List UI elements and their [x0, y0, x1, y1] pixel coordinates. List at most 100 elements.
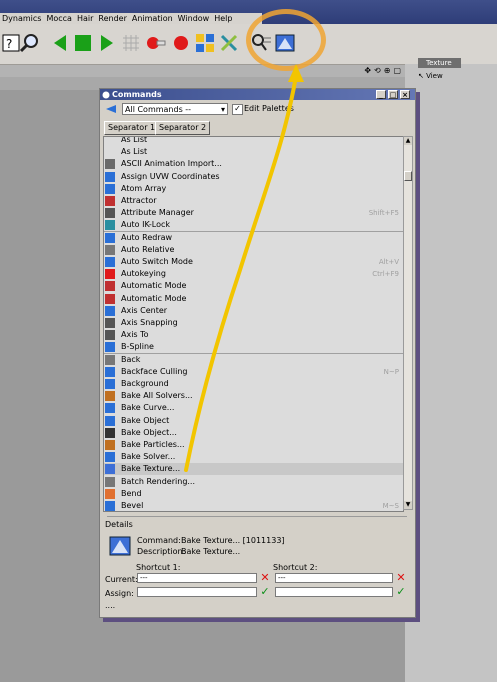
rotate-view-icon[interactable]: ⟲ [374, 66, 381, 75]
command-row[interactable]: Autokeying Ctrl+F9 [104, 268, 403, 280]
maximize-button[interactable]: □ [388, 90, 398, 99]
scroll-up-icon[interactable]: ▲ [404, 137, 412, 145]
command-icon [105, 391, 115, 402]
assign-shortcut2-check-icon[interactable]: ✓ [395, 586, 407, 598]
zoom-view-icon[interactable]: ⊕ [384, 66, 391, 75]
assign-shortcut2-input[interactable] [275, 587, 393, 597]
palette-grid-icon[interactable] [194, 32, 216, 54]
command-row[interactable]: Attribute Manager Shift+F5 [104, 207, 403, 219]
scroll-thumb[interactable] [404, 171, 412, 181]
command-row[interactable]: Batch Rendering... [104, 476, 403, 488]
description-label: Description: [137, 547, 186, 556]
command-row[interactable]: B-Spline [104, 341, 403, 353]
dialog-titlebar[interactable]: Commands _ □ × [100, 89, 415, 100]
scroll-down-icon[interactable]: ▼ [404, 501, 412, 509]
command-filter-value: All Commands -- [125, 105, 192, 114]
command-row[interactable]: As List [104, 136, 403, 146]
command-row[interactable]: Attractor [104, 195, 403, 207]
edit-palettes-checkbox[interactable]: ✓ [232, 104, 243, 115]
command-icon [105, 244, 115, 255]
command-row[interactable]: Atom Array [104, 183, 403, 195]
command-row[interactable]: Back [104, 354, 403, 366]
current-shortcut2-field[interactable]: --- [275, 573, 393, 583]
command-name: Background [121, 379, 169, 388]
command-name: Bake Solver... [121, 452, 176, 462]
command-row[interactable]: Axis Center [104, 305, 403, 317]
command-row[interactable]: Background [104, 378, 403, 390]
arrow-back-icon[interactable] [104, 103, 118, 115]
close-button[interactable]: × [400, 90, 410, 99]
command-icon [105, 293, 115, 304]
command-row[interactable]: Automatic Mode [104, 293, 403, 305]
right-panel-tab[interactable]: Texture [418, 58, 461, 68]
command-row[interactable]: As List [104, 146, 403, 158]
command-row[interactable]: Bake Object... [104, 427, 403, 439]
command-row[interactable]: Assign UVW Coordinates [104, 171, 403, 183]
clear-shortcut1-icon[interactable]: ✕ [259, 572, 271, 584]
clear-shortcut2-icon[interactable]: ✕ [395, 572, 407, 584]
command-row[interactable]: Auto Switch Mode Alt+V [104, 256, 403, 268]
command-row[interactable]: Bend [104, 488, 403, 500]
stop-square-icon[interactable] [72, 32, 94, 54]
command-row[interactable]: Auto Relative [104, 244, 403, 256]
command-name: As List [121, 136, 148, 144]
command-row[interactable]: Axis Snapping [104, 317, 403, 329]
play-backward-icon[interactable] [50, 32, 72, 54]
menu-item-animation[interactable]: Animation [130, 14, 176, 23]
assign-shortcut1-check-icon[interactable]: ✓ [259, 586, 271, 598]
play-forward-icon[interactable] [96, 32, 118, 54]
separator-2-button[interactable]: Separator 2 [155, 121, 211, 135]
command-name: Auto Switch Mode [121, 257, 193, 266]
command-list[interactable]: As List As List ASCII Animation Import... A… [103, 136, 404, 512]
command-row[interactable]: Bake Particles... [104, 439, 403, 451]
search-magnifier-icon[interactable] [18, 32, 40, 54]
command-row[interactable]: Bake Texture... [104, 463, 403, 476]
command-row[interactable]: Axis To [104, 329, 403, 341]
commands-dialog: Commands _ □ × All Commands -- ▾ ✓ Edit … [99, 88, 416, 618]
separator-1-button[interactable]: Separator 1 [104, 121, 160, 135]
command-list-scrollbar[interactable]: ▲ ▼ [403, 136, 413, 510]
menu-item-render[interactable]: Render [96, 14, 129, 23]
tools-icon[interactable] [218, 32, 240, 54]
current-shortcut1-field[interactable]: --- [137, 573, 257, 583]
command-name: Auto Redraw [121, 232, 173, 242]
command-name: Bevel [121, 501, 144, 510]
command-shortcut: Ctrl+F9 [372, 270, 399, 279]
command-name: Bake Texture... [121, 464, 181, 474]
record-dot-icon[interactable] [170, 32, 192, 54]
details-heading: Details [105, 520, 133, 529]
command-name: As List [121, 147, 148, 157]
command-icon [105, 415, 115, 426]
minimize-button[interactable]: _ [376, 90, 386, 99]
command-row[interactable]: Backface Culling N~P [104, 366, 403, 378]
command-row[interactable]: Bevel M~S [104, 500, 403, 511]
menu-item-hair[interactable]: Hair [75, 14, 96, 23]
command-row[interactable]: Bake Object [104, 415, 403, 427]
command-row[interactable]: Auto Redraw [104, 232, 403, 244]
command-row[interactable]: Auto IK-Lock [104, 219, 403, 231]
menu-item-help[interactable]: Help [212, 14, 235, 23]
chevron-down-icon: ▾ [220, 105, 225, 114]
command-label: Command: [137, 536, 181, 545]
command-row[interactable]: Bake Solver... [104, 451, 403, 463]
current-label: Current: [105, 575, 138, 584]
grid-icon[interactable] [120, 32, 142, 54]
maximize-view-icon[interactable]: ▢ [393, 66, 401, 75]
menu-item-dynamics[interactable]: Dynamics [0, 14, 44, 23]
command-filter-select[interactable]: All Commands -- ▾ [122, 103, 228, 115]
description-value: Bake Texture... [181, 547, 241, 556]
command-row[interactable]: Automatic Mode [104, 280, 403, 292]
menu-item-window[interactable]: Window [176, 14, 213, 23]
command-icon [105, 171, 115, 182]
record-key-icon[interactable] [144, 32, 166, 54]
move-view-icon[interactable]: ✥ [364, 66, 371, 75]
assign-shortcut1-input[interactable] [137, 587, 257, 597]
command-icon [105, 464, 115, 475]
menu-item-mocca[interactable]: Mocca [44, 14, 75, 23]
command-icon [105, 452, 115, 463]
command-row[interactable]: Bake Curve... [104, 402, 403, 414]
command-row[interactable]: Bake All Solvers... [104, 390, 403, 402]
dialog-title: Commands [112, 90, 162, 99]
right-panel-view-menu[interactable]: ↖ View [418, 72, 443, 80]
command-row[interactable]: ASCII Animation Import... [104, 158, 403, 170]
